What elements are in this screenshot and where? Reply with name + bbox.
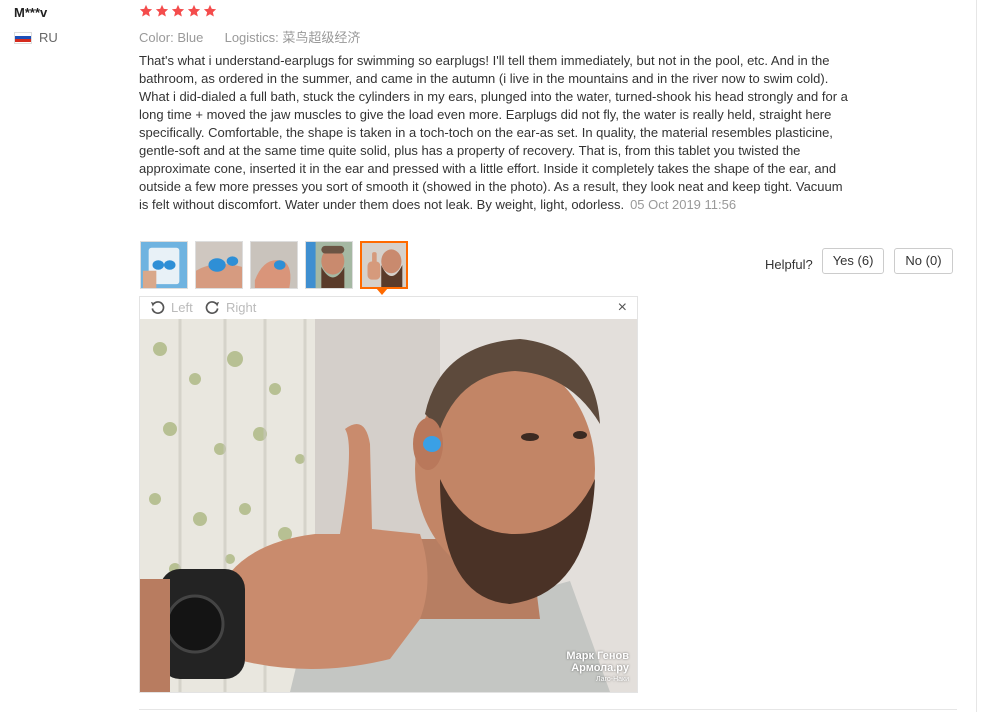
earplugs-package-photo-icon [141, 242, 187, 288]
star-icon [171, 4, 185, 17]
man-selfie-photo-icon [306, 242, 352, 288]
logistics-value: 菜鸟超级经济 [282, 30, 361, 45]
review-text: That's what i understand-earplugs for sw… [139, 52, 855, 214]
color-value: Blue [177, 30, 204, 45]
review-text-body: That's what i understand-earplugs for sw… [139, 53, 848, 212]
logistics-label: Logistics: [224, 30, 279, 45]
photo-thumbnails [140, 241, 408, 289]
thumbnail-4[interactable] [305, 241, 353, 289]
rotate-left-icon [150, 301, 165, 315]
color-label: Color: [139, 30, 174, 45]
thumbs-up-selfie-photo-icon [362, 243, 406, 287]
star-icon [187, 4, 201, 17]
thumbnail-5-selected[interactable] [360, 241, 408, 289]
star-rating [139, 4, 217, 18]
review-date: 05 Oct 2019 11:56 [630, 197, 737, 212]
helpful-yes-button[interactable]: Yes (6) [821, 248, 885, 274]
photo-viewer: Left Right × Марк Генов Армола.ру Лаго-Н… [139, 296, 638, 693]
rotate-right-button[interactable]: Right [205, 300, 256, 315]
thumbnail-2[interactable] [195, 241, 243, 289]
star-icon [203, 4, 217, 17]
star-icon [155, 4, 169, 17]
photo-viewer-toolbar: Left Right × [140, 297, 637, 319]
country-code: RU [39, 30, 58, 45]
photo-watermark: Марк Генов Армола.ру Лаго-Наки [566, 650, 629, 683]
rotate-left-button[interactable]: Left [150, 300, 193, 315]
thumbs-up-selfie-image [140, 319, 637, 692]
star-icon [139, 4, 153, 17]
close-viewer-button[interactable]: × [618, 299, 627, 317]
helpful-no-button[interactable]: No (0) [894, 248, 953, 274]
thumbnail-3[interactable] [250, 241, 298, 289]
right-divider [976, 0, 977, 712]
review-attributes: Color: Blue Logistics: 菜鸟超级经济 [139, 27, 360, 46]
reviewer-name: M***v [14, 5, 48, 20]
rotate-right-label: Right [226, 300, 257, 315]
earplug-fingers-photo-icon [251, 242, 297, 288]
helpful-label: Helpful? [765, 256, 813, 272]
earplug-in-hand-photo-icon [196, 242, 242, 288]
selected-thumbnail-caret-icon [376, 288, 388, 295]
thumbnail-1[interactable] [140, 241, 188, 289]
rotate-left-label: Left [171, 300, 193, 315]
rotate-right-icon [205, 301, 220, 315]
review-divider [139, 709, 957, 710]
helpful-vote: Helpful? Yes (6) No (0) [765, 248, 953, 274]
reviewer-country: RU [14, 30, 58, 45]
russia-flag-icon [14, 31, 32, 44]
enlarged-review-photo: Марк Генов Армола.ру Лаго-Наки [140, 319, 637, 692]
